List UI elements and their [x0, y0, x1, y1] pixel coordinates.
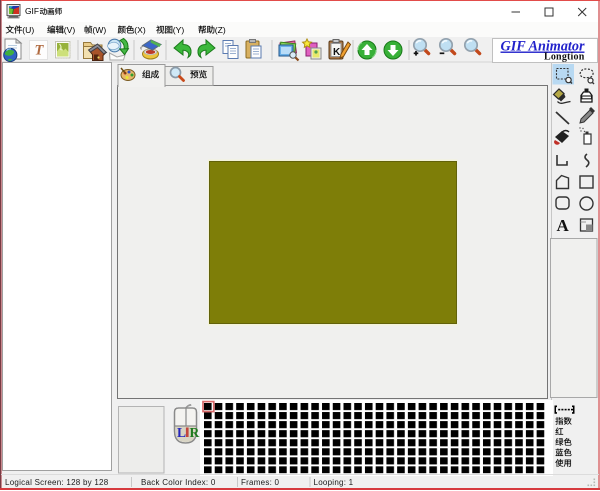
svg-text:A: A	[557, 216, 570, 235]
svg-text:(X): (X)	[134, 25, 146, 35]
svg-text:Logical Screen: 128 by 128: Logical Screen: 128 by 128	[5, 478, 109, 487]
svg-text:(Z): (Z)	[215, 25, 226, 35]
svg-text:(W): (W)	[92, 25, 106, 35]
svg-text:Longtion: Longtion	[544, 52, 585, 63]
svg-text:(U): (U)	[22, 25, 34, 35]
svg-text:L: L	[177, 425, 186, 440]
svg-text:K: K	[333, 47, 341, 58]
svg-text:Frames: 0: Frames: 0	[241, 478, 280, 487]
svg-text:T: T	[35, 43, 45, 59]
svg-text:Looping: 1: Looping: 1	[314, 478, 354, 487]
svg-text:(V): (V)	[64, 25, 76, 35]
svg-text:GIF: GIF	[25, 6, 39, 16]
svg-text:Back Color Index: 0: Back Color Index: 0	[141, 478, 216, 487]
svg-text:(Y): (Y)	[173, 25, 185, 35]
svg-text:R: R	[190, 425, 200, 440]
